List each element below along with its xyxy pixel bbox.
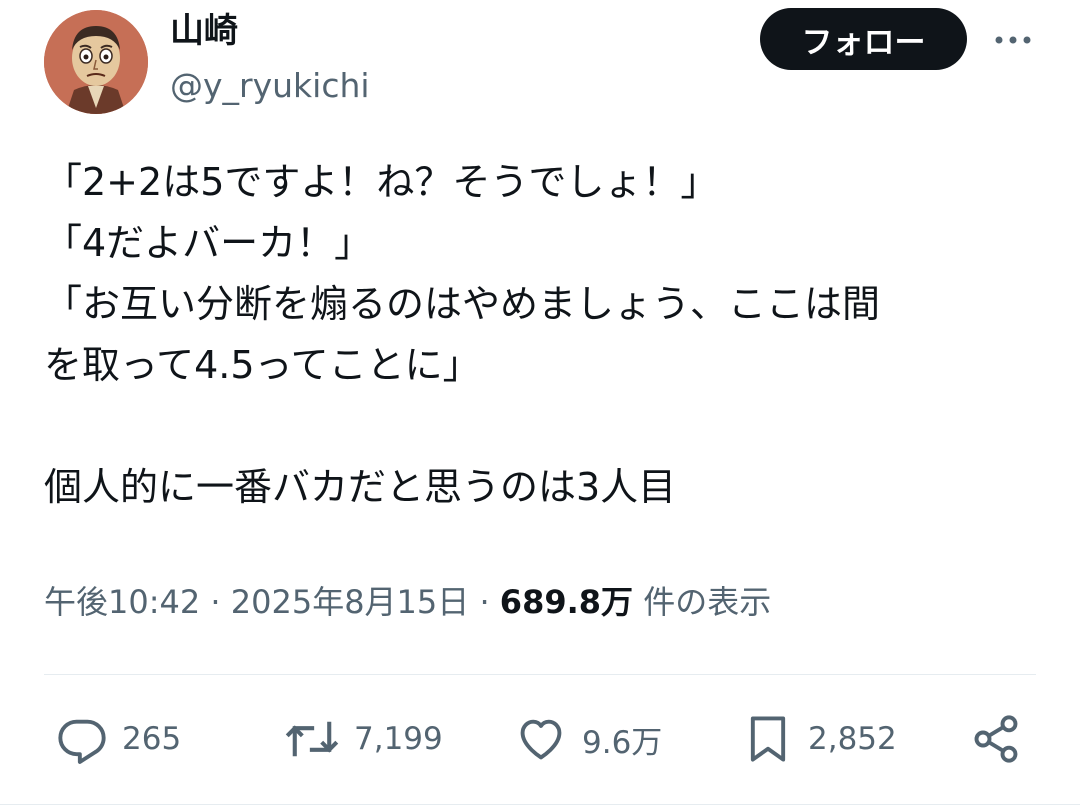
more-icon (995, 36, 1031, 44)
bookmark-button[interactable]: 2,852 (742, 712, 897, 766)
tweet-meta: 午後10:42 · 2025年8月15日 · 689.8万 件の表示 (44, 580, 771, 624)
tweet-text: 「2+2は5ですよ！ね？そうでしょ！」 「4だよバーカ！」 「お互い分断を煽るの… (44, 160, 881, 509)
reply-button[interactable]: 265 (56, 712, 181, 766)
retweet-count: 7,199 (354, 721, 443, 757)
share-icon (974, 715, 1018, 763)
heart-icon (520, 719, 562, 760)
retweet-button[interactable]: 7,199 (284, 712, 443, 766)
reply-count: 265 (122, 721, 182, 757)
more-button[interactable] (988, 20, 1038, 60)
bookmark-count: 2,852 (808, 721, 897, 757)
tweet-date[interactable]: 2025年8月15日 (231, 583, 470, 621)
views-label: 件の表示 (643, 583, 772, 621)
like-count: 9.6万 (582, 724, 663, 761)
avatar[interactable] (44, 10, 148, 114)
meta-separator: · (479, 583, 490, 621)
views-count: 689.8万 (499, 583, 634, 621)
tweet-time[interactable]: 午後10:42 (44, 583, 200, 621)
divider (0, 804, 1080, 805)
display-name[interactable]: 山崎 (170, 8, 238, 54)
bookmark-icon (750, 716, 786, 762)
divider (44, 674, 1036, 675)
reply-icon (58, 719, 106, 764)
retweet-icon (285, 721, 339, 757)
share-button[interactable] (970, 712, 1022, 766)
meta-separator: · (210, 583, 221, 621)
cartoon-face-avatar-icon (44, 10, 148, 114)
like-button[interactable]: 9.6万 (514, 712, 662, 766)
user-handle[interactable]: @y_ryukichi (170, 64, 370, 108)
follow-button[interactable]: フォロー (760, 8, 967, 70)
